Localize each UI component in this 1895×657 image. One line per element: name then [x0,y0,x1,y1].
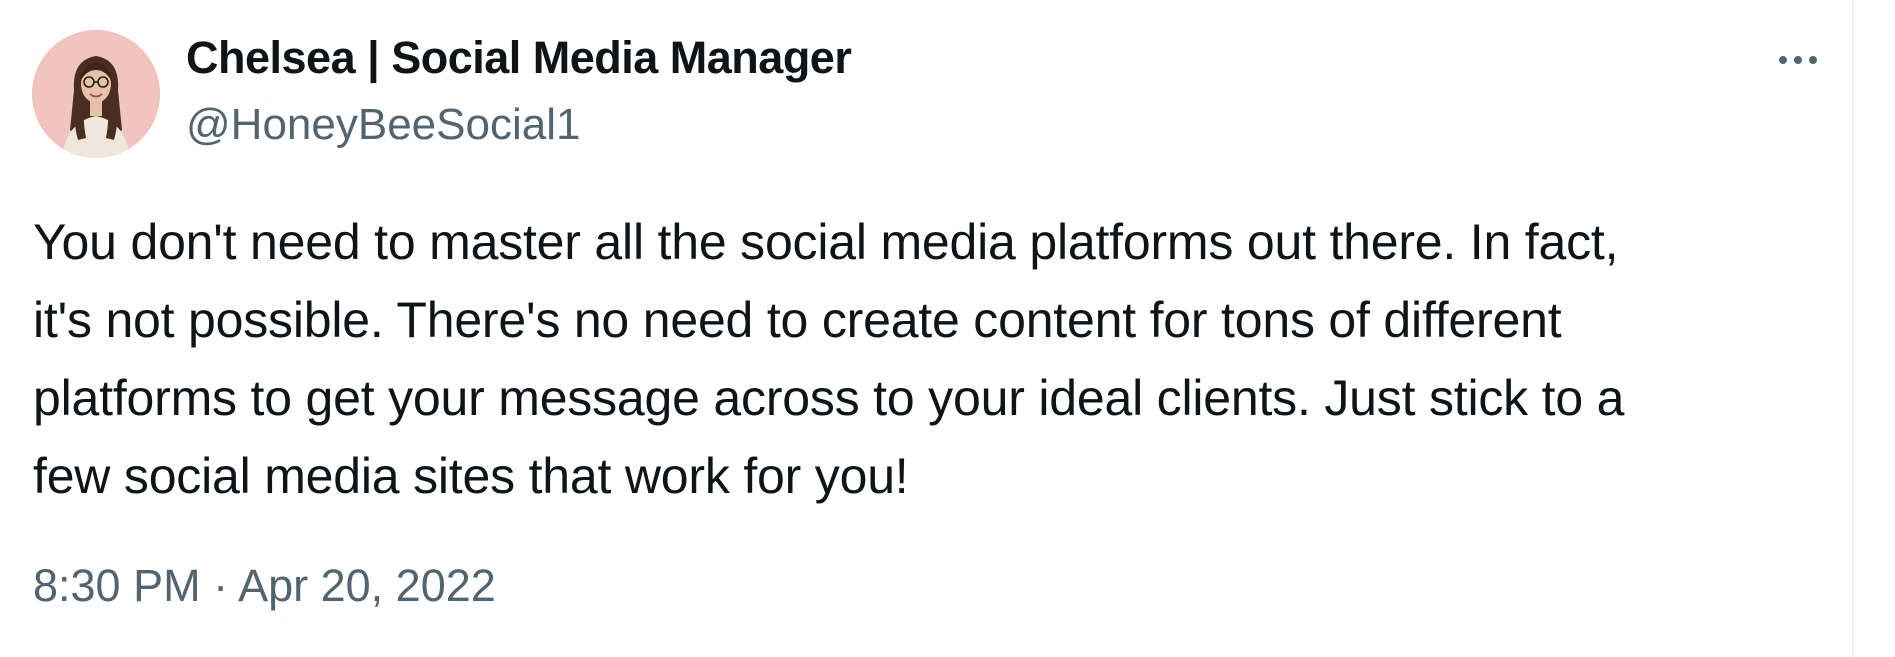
profile-photo-icon [32,30,160,158]
more-horizontal-icon-dot [1809,56,1817,64]
tweet-text-line: You don't need to master all the social … [33,214,1619,270]
tweet-text-line: few social media sites that work for you… [33,448,909,504]
tweet-timestamp[interactable]: 8:30 PM · Apr 20, 2022 [33,560,496,612]
tweet-card: Chelsea | Social Media Manager @HoneyBee… [0,0,1852,657]
user-handle[interactable]: @HoneyBeeSocial1 [186,100,580,150]
tweet-text-line: it's not possible. There's no need to cr… [33,292,1562,348]
divider [1852,0,1854,657]
more-options-button[interactable] [1768,40,1828,80]
avatar[interactable] [32,30,160,158]
display-name[interactable]: Chelsea | Social Media Manager [186,32,852,84]
tweet-text-line: platforms to get your message across to … [33,370,1625,426]
more-horizontal-icon-dot [1794,56,1802,64]
tweet-text: You don't need to master all the social … [33,203,1833,515]
more-horizontal-icon [1779,56,1787,64]
